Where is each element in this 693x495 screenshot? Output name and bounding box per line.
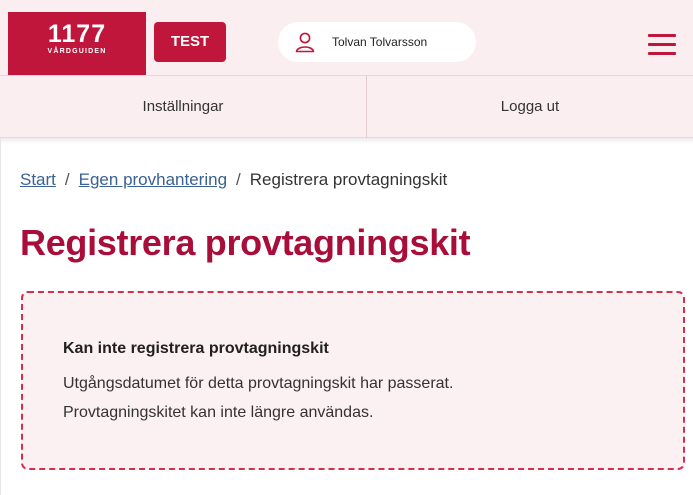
alert-message-line: Utgångsdatumet för detta provtagningskit… [63,375,454,392]
content-left-border [0,138,1,495]
alert-title: Kan inte registrera provtagningskit [63,340,329,357]
hamburger-menu-icon[interactable] [648,34,678,56]
logout-link[interactable]: Logga ut [367,76,693,138]
logo-1177-vardguiden[interactable]: 1177 VÅRDGUIDEN [8,12,146,75]
test-environment-badge: TEST [154,22,226,62]
breadcrumb-link-egen-provhantering[interactable]: Egen provhantering [79,170,227,189]
logo-number: 1177 [47,20,107,48]
breadcrumb-link-start[interactable]: Start [20,170,56,189]
user-icon [294,31,316,53]
header-shadow [0,138,693,144]
breadcrumb-separator: / [64,170,70,189]
site-header: 1177 VÅRDGUIDEN TEST Tolvan Tolvarsson [0,0,693,75]
alert-message: Utgångsdatumet för detta provtagningskit… [63,369,663,427]
breadcrumb: Start / Egen provhantering / Registrera prov… [20,170,447,190]
page-title: Registrera provtagningskit [20,222,471,263]
user-subnav: Inställningar Logga ut [0,75,693,138]
alert-message-line: Provtagningskitet kan inte längre använd… [63,404,374,421]
breadcrumb-current: Registrera provtagningskit [249,170,448,189]
user-name: Tolvan Tolvarsson [332,35,428,49]
error-alert: Kan inte registrera provtagningskit Utgå… [21,291,685,470]
user-account-button[interactable]: Tolvan Tolvarsson [278,22,476,62]
settings-link[interactable]: Inställningar [0,76,367,138]
logo-text: VÅRDGUIDEN [47,48,107,55]
breadcrumb-separator: / [236,170,241,189]
